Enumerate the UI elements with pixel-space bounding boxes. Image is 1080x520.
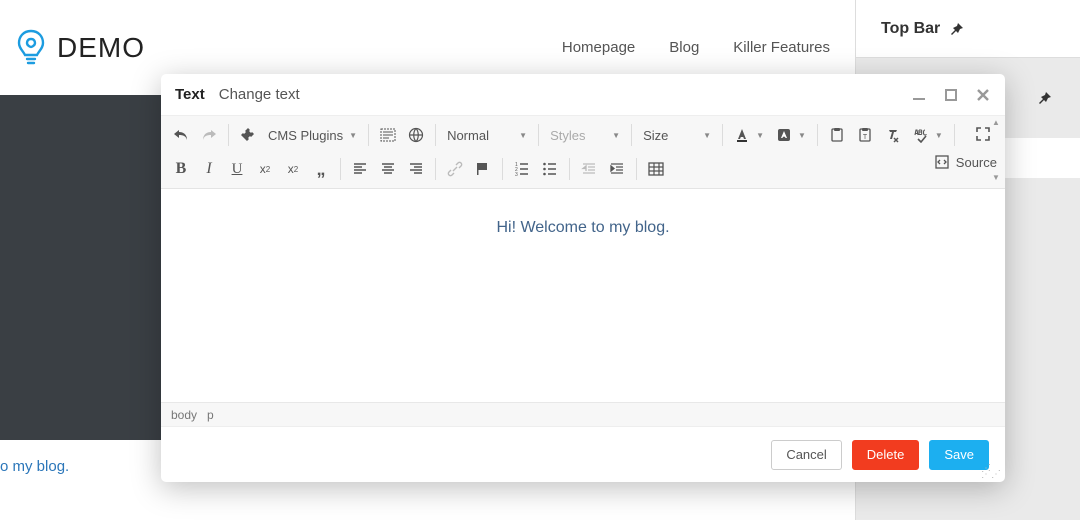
source-button[interactable]: Source — [934, 154, 997, 170]
pin-icon — [948, 21, 964, 37]
svg-text:T: T — [863, 134, 868, 141]
text-editor-modal: Text Change text ▲▼ CMS Plugins▼ Normal▼… — [161, 74, 1005, 482]
bullet-list-button[interactable] — [536, 155, 564, 183]
underline-button[interactable]: U — [223, 155, 251, 183]
bg-color-button[interactable]: ▼ — [770, 121, 812, 149]
size-dropdown[interactable]: Size▼ — [637, 121, 717, 149]
paste-plain-button[interactable]: T — [851, 121, 879, 149]
nav-homepage[interactable]: Homepage — [562, 39, 635, 56]
spellcheck-button[interactable]: ▼ — [907, 121, 949, 149]
close-button[interactable] — [975, 87, 991, 103]
editor-toolbar: ▲▼ CMS Plugins▼ Normal▼ Styles▼ Size▼ ▼ … — [161, 116, 1005, 189]
remove-format-button[interactable] — [879, 121, 907, 149]
link-button[interactable] — [441, 155, 469, 183]
content-paragraph[interactable]: Hi! Welcome to my blog. — [181, 219, 985, 237]
globe-icon[interactable] — [402, 121, 430, 149]
table-button[interactable] — [642, 155, 670, 183]
text-color-button[interactable]: ▼ — [728, 121, 770, 149]
site-nav: Homepage Blog Killer Features — [562, 39, 840, 56]
bold-button[interactable]: B — [167, 155, 195, 183]
modal-footer: Cancel Delete Save ⋰⋰⋰ — [161, 426, 1005, 482]
italic-button[interactable]: I — [195, 155, 223, 183]
maximize-editor-button[interactable] — [969, 120, 997, 148]
align-left-button[interactable] — [346, 155, 374, 183]
superscript-button[interactable]: x2 — [279, 155, 307, 183]
outdent-button[interactable] — [575, 155, 603, 183]
placeholder-top-bar[interactable]: Top Bar — [856, 0, 1080, 58]
anchor-button[interactable] — [469, 155, 497, 183]
redo-button[interactable] — [195, 121, 223, 149]
elements-path: body p — [161, 402, 1005, 426]
modal-title-sub: Change text — [219, 86, 300, 103]
path-body[interactable]: body — [171, 408, 197, 422]
minimize-button[interactable] — [911, 87, 927, 103]
source-icon — [934, 154, 950, 170]
subscript-button[interactable]: x2 — [251, 155, 279, 183]
numbered-list-button[interactable]: 123 — [508, 155, 536, 183]
placeholder-label: Top Bar — [881, 20, 940, 38]
modal-title-main: Text — [175, 86, 205, 103]
modal-titlebar[interactable]: Text Change text — [161, 74, 1005, 116]
show-blocks-button[interactable] — [374, 121, 402, 149]
blockquote-button[interactable]: „ — [307, 155, 335, 183]
pin-icon[interactable] — [1036, 90, 1052, 106]
align-right-button[interactable] — [402, 155, 430, 183]
cms-plugins-dropdown[interactable]: CMS Plugins▼ — [262, 121, 363, 149]
styles-dropdown[interactable]: Styles▼ — [544, 121, 626, 149]
nav-blog[interactable]: Blog — [669, 39, 699, 56]
align-center-button[interactable] — [374, 155, 402, 183]
editor-content[interactable]: Hi! Welcome to my blog. — [161, 189, 1005, 402]
cancel-button[interactable]: Cancel — [771, 440, 841, 470]
svg-text:3: 3 — [515, 172, 518, 177]
cms-plugins-icon[interactable] — [234, 121, 262, 149]
site-logo[interactable]: DEMO — [15, 28, 145, 68]
maximize-window-button[interactable] — [943, 87, 959, 103]
delete-button[interactable]: Delete — [852, 440, 920, 470]
indent-button[interactable] — [603, 155, 631, 183]
undo-button[interactable] — [167, 121, 195, 149]
nav-killer-features[interactable]: Killer Features — [733, 39, 830, 56]
lightbulb-icon — [15, 28, 47, 68]
format-dropdown[interactable]: Normal▼ — [441, 121, 533, 149]
blog-text-fragment: o my blog. — [0, 458, 69, 475]
site-title: DEMO — [57, 32, 145, 64]
path-p[interactable]: p — [207, 408, 214, 422]
resize-grip-icon[interactable]: ⋰⋰⋰ — [981, 466, 1001, 478]
paste-button[interactable] — [823, 121, 851, 149]
